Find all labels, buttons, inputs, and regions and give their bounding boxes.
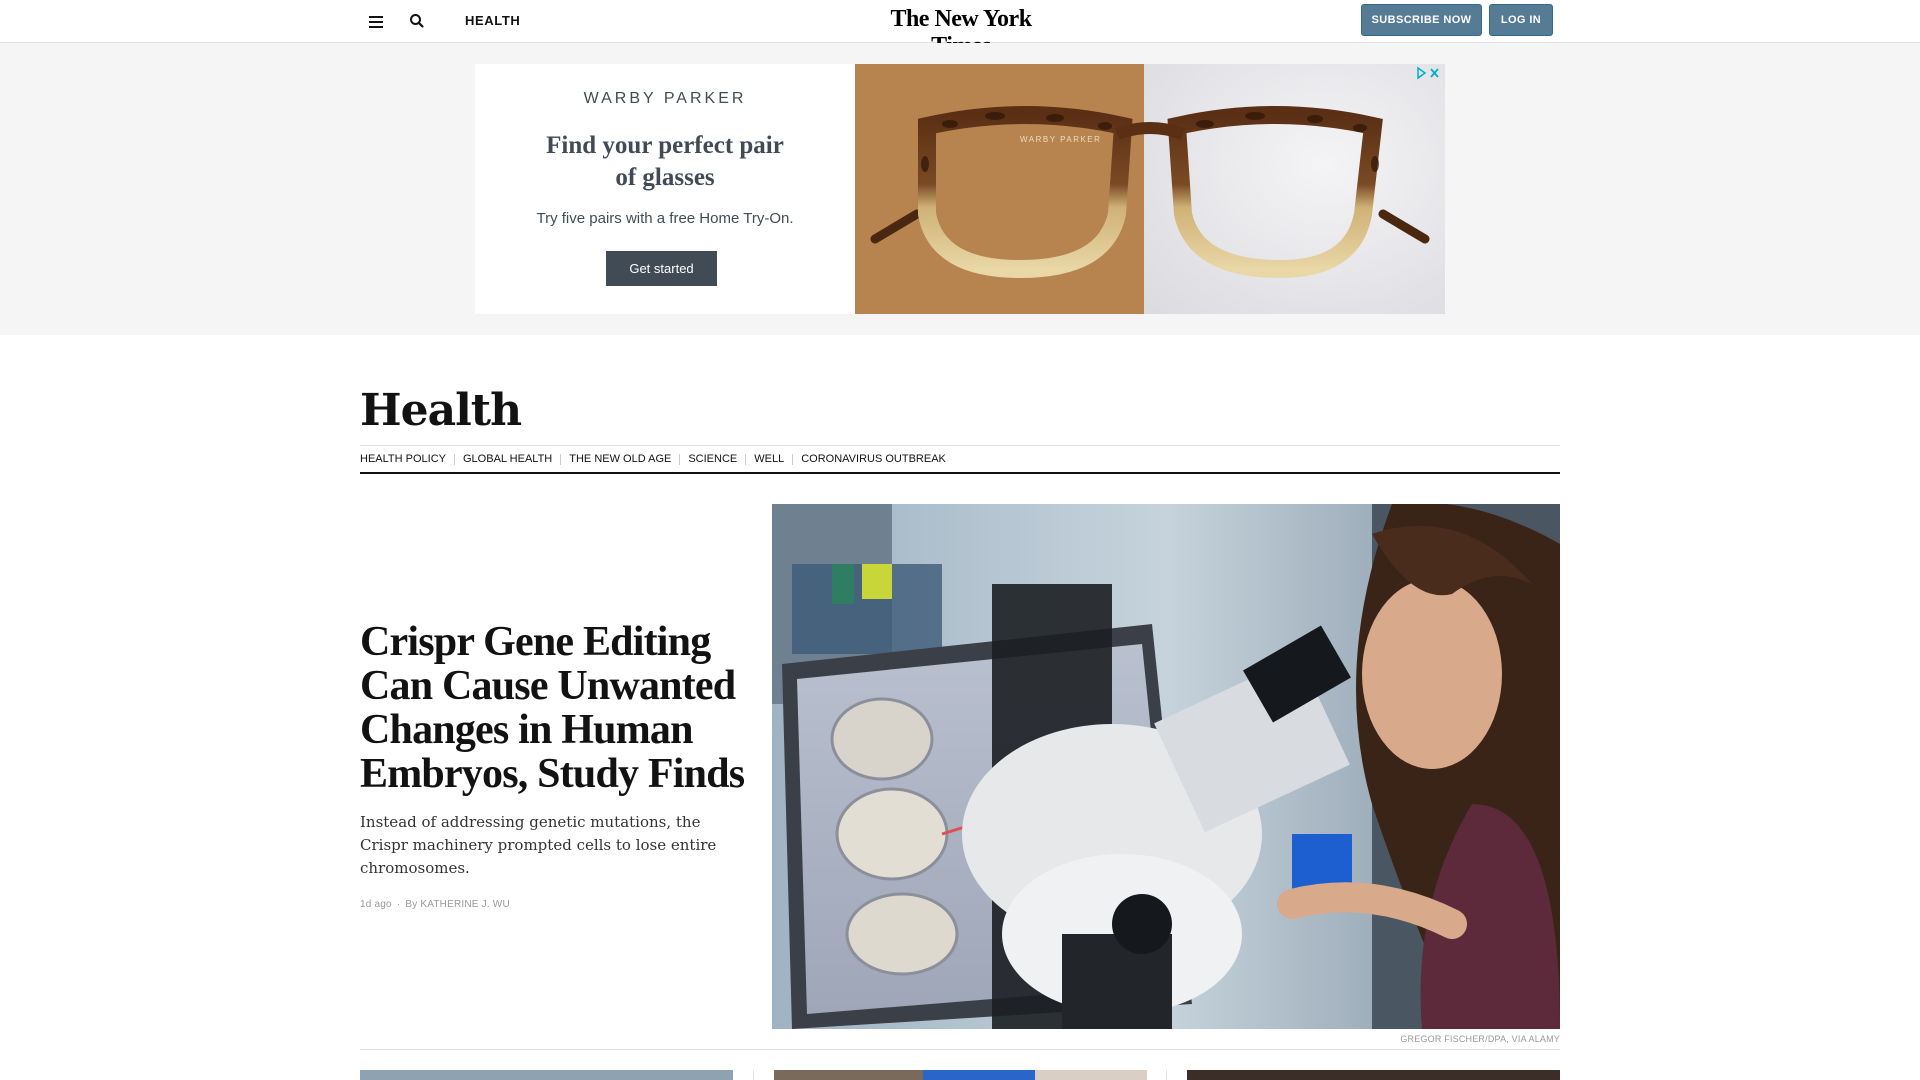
warby-parker-ad[interactable]: WARBY PARKER Find your perfect pair of g… xyxy=(475,64,1445,314)
byline: By KATHERINE J. WU xyxy=(405,899,510,910)
subnav-coronavirus-outbreak[interactable]: CORONAVIRUS OUTBREAK xyxy=(792,453,954,465)
image-credit: GREGOR FISCHER/DPA, VIA ALAMY xyxy=(1400,1034,1560,1044)
section-link-health[interactable]: HEALTH xyxy=(465,13,520,28)
column-divider xyxy=(1166,1070,1167,1080)
section-title: Health xyxy=(360,385,522,436)
ad-get-started-button[interactable]: Get started xyxy=(606,251,717,286)
ad-text-panel: WARBY PARKER Find your perfect pair of g… xyxy=(475,64,855,314)
story-thumbnail-2[interactable] xyxy=(774,1070,1147,1080)
ad-frame-text: WARBY PARKER xyxy=(1020,135,1101,144)
column-divider xyxy=(753,1070,754,1080)
section-subnav: HEALTH POLICY GLOBAL HEALTH THE NEW OLD … xyxy=(360,451,954,467)
lead-story-image[interactable] xyxy=(772,504,1560,1029)
login-button[interactable]: LOG IN xyxy=(1489,4,1553,36)
lead-story-meta: 1d ago · By KATHERINE J. WU xyxy=(360,899,510,910)
subnav-new-old-age[interactable]: THE NEW OLD AGE xyxy=(560,453,679,465)
story-thumbnail-3[interactable] xyxy=(1187,1070,1560,1080)
adchoices-icon[interactable] xyxy=(1415,66,1441,80)
subnav-health-policy[interactable]: HEALTH POLICY xyxy=(360,453,454,465)
divider xyxy=(360,472,1560,474)
story-thumbnail-1[interactable] xyxy=(360,1070,733,1080)
lead-story-headline[interactable]: Crispr Gene Editing Can Cause Unwanted C… xyxy=(360,620,750,796)
subnav-well[interactable]: WELL xyxy=(745,453,792,465)
divider xyxy=(360,1049,1560,1050)
ad-subtext: Try five pairs with a free Home Try-On. xyxy=(536,210,794,227)
nyt-masthead-logo[interactable]: The New York Times xyxy=(862,6,1060,59)
lead-story-summary: Instead of addressing genetic mutations,… xyxy=(360,813,717,877)
subnav-science[interactable]: SCIENCE xyxy=(679,453,745,465)
top-navigation-bar: HEALTH The New York Times SUBSCRIBE NOW … xyxy=(0,0,1920,59)
subnav-global-health[interactable]: GLOBAL HEALTH xyxy=(454,453,560,465)
subscribe-button[interactable]: SUBSCRIBE NOW xyxy=(1361,4,1482,36)
separator: · xyxy=(396,899,401,910)
hamburger-menu-icon[interactable] xyxy=(364,10,388,32)
ad-brand: WARBY PARKER xyxy=(583,90,747,107)
ad-glasses-image[interactable]: WARBY PARKER xyxy=(855,64,1445,314)
search-icon[interactable] xyxy=(405,10,429,32)
divider xyxy=(360,445,1560,446)
ad-headline: Find your perfect pair of glasses xyxy=(546,132,784,191)
timestamp: 1d ago xyxy=(360,899,392,910)
